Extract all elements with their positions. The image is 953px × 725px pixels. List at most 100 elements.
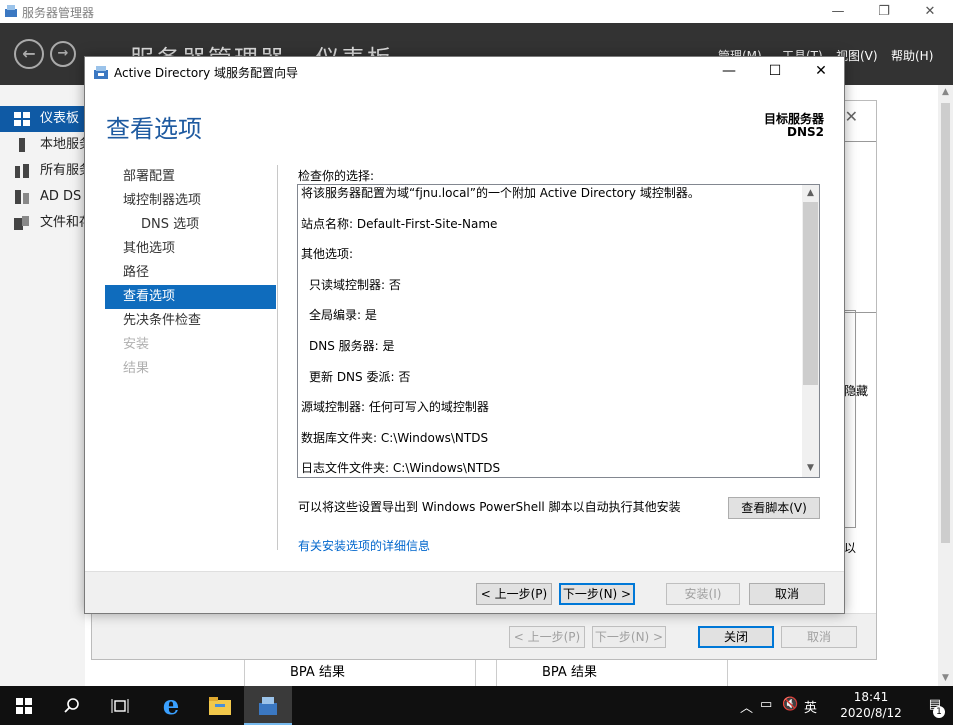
review-line: DNS 服务器: 是 (309, 338, 395, 353)
maximize-icon[interactable]: ☐ (752, 57, 798, 87)
review-line: 站点名称: Default-First-Site-Name (301, 216, 498, 231)
scrollbar-thumb[interactable] (803, 202, 818, 385)
clock[interactable]: 18:41 2020/8/12 (833, 689, 909, 721)
install-button[interactable]: 安装(I) (666, 583, 740, 605)
network-icon[interactable]: ▭ (760, 697, 772, 712)
page-scrollbar[interactable]: ▲ ▼ (938, 85, 953, 686)
review-line: 全局编录: 是 (309, 308, 377, 323)
next-button[interactable]: 下一步(N) > (559, 583, 635, 605)
ad-ds-configuration-wizard: Active Directory 域服务配置向导 — ☐ ✕ 查看选项 目标服务… (84, 56, 845, 614)
scroll-up-icon[interactable]: ▲ (802, 185, 819, 202)
review-line: 只读域控制器: 否 (309, 277, 401, 292)
scroll-up-icon[interactable]: ▲ (938, 85, 953, 100)
file-storage-icon (14, 216, 29, 230)
hide-label[interactable]: 隐藏 (844, 382, 868, 399)
server-manager-taskbar-icon[interactable] (244, 686, 292, 725)
sidebar-item-label: 仪表板 (40, 111, 80, 126)
minimize-button[interactable]: — (815, 0, 861, 23)
review-label: 检查你的选择: (298, 169, 375, 183)
sidebar-item-ad-ds[interactable]: AD DS (0, 184, 85, 210)
sidebar: 仪表板 本地服务器 所有服务器 AD DS 文件和存储服务 (0, 85, 85, 686)
export-description: 可以将这些设置导出到 Windows PowerShell 脚本以自动执行其他安… (298, 500, 681, 514)
review-line: 源域控制器: 任何可写入的域控制器 (301, 400, 489, 415)
sidebar-item-dashboard[interactable]: 仪表板 (0, 106, 85, 132)
prev-button[interactable]: < 上一步(P) (509, 626, 585, 648)
close-icon[interactable]: ✕ (798, 57, 844, 87)
taskbar: e ︿ ▭ 🔇 英 18:41 2020/8/12 ▤ 1 (0, 686, 953, 725)
ad-ds-icon (15, 190, 29, 204)
review-textbox[interactable]: 将该服务器配置为域“fjnu.local”的一个附加 Active Direct… (297, 184, 820, 478)
review-scrollbar[interactable]: ▲ ▼ (802, 185, 819, 477)
servers-icon (15, 164, 29, 178)
close-icon[interactable]: ✕ (845, 107, 858, 126)
sidebar-item-file-storage[interactable]: 文件和存储服务 (0, 210, 85, 236)
task-view-icon[interactable] (96, 686, 144, 725)
dashboard-icon (14, 112, 30, 126)
sidebar-item-all-servers[interactable]: 所有服务器 (0, 158, 85, 184)
scrollbar-thumb[interactable] (941, 103, 950, 543)
volume-mute-icon[interactable]: 🔇 (782, 697, 798, 712)
review-line: 日志文件文件夹: C:\Windows\NTDS (301, 461, 501, 476)
review-line: 将该服务器配置为域“fjnu.local”的一个附加 Active Direct… (301, 186, 700, 200)
forward-arrow-icon[interactable]: → (50, 41, 76, 67)
bpa-results-label[interactable]: BPA 结果 (244, 660, 476, 686)
sidebar-item-label: 文件和存储服务 (40, 215, 85, 230)
restore-button[interactable]: ❐ (861, 0, 907, 23)
view-script-button[interactable]: 查看脚本(V) (728, 497, 820, 519)
next-button[interactable]: 下一步(N) > (592, 626, 666, 648)
nav-item-additional-options[interactable]: 其他选项 (105, 237, 276, 261)
back-arrow-icon[interactable]: ← (14, 39, 44, 69)
menu-help[interactable]: 帮助(H) (891, 47, 933, 64)
review-line: 其他选项: (301, 247, 354, 262)
minimize-icon[interactable]: — (706, 57, 752, 87)
chevron-up-icon[interactable]: ︿ (740, 697, 753, 716)
clock-date: 2020/8/12 (840, 706, 902, 720)
nav-item-dns-options[interactable]: DNS 选项 (105, 213, 276, 237)
prev-button[interactable]: < 上一步(P) (476, 583, 552, 605)
page-title: 查看选项 (106, 115, 202, 143)
internet-explorer-icon[interactable]: e (147, 686, 195, 725)
sidebar-item-label: 所有服务器 (40, 163, 85, 178)
system-tray: ︿ ▭ 🔇 英 18:41 2020/8/12 ▤ 1 (733, 686, 953, 725)
bpa-results-label[interactable]: BPA 结果 (496, 660, 728, 686)
wizard-title: Active Directory 域服务配置向导 (114, 66, 299, 80)
target-server-value: DNS2 (787, 125, 824, 139)
wizard-footer: < 上一步(P) 下一步(N) > 安装(I) 取消 (85, 571, 844, 613)
nav-divider (277, 165, 278, 550)
sidebar-item-local-server[interactable]: 本地服务器 (0, 132, 85, 158)
wizard-nav: 部署配置 域控制器选项 DNS 选项 其他选项 路径 查看选项 先决条件检查 安… (105, 165, 276, 381)
cancel-button[interactable]: 取消 (749, 583, 825, 605)
clock-time: 18:41 (853, 690, 889, 704)
wizard-titlebar: Active Directory 域服务配置向导 — ☐ ✕ (85, 57, 844, 87)
nav-item-results: 结果 (123, 361, 150, 376)
window-title: 服务器管理器 (22, 6, 95, 20)
file-explorer-icon[interactable] (196, 686, 244, 725)
bpa-row: BPA 结果 BPA 结果 (244, 660, 879, 686)
sidebar-item-label: AD DS (40, 189, 82, 204)
background-dialog-footer: < 上一步(P) 下一步(N) > 关闭 取消 (92, 613, 876, 659)
close-button[interactable]: 关闭 (698, 626, 774, 648)
notification-count-badge: 1 (933, 706, 945, 718)
server-manager-icon (5, 5, 17, 17)
nav-item-paths[interactable]: 路径 (105, 261, 276, 285)
scroll-down-icon[interactable]: ▼ (802, 460, 819, 477)
review-line: 更新 DNS 委派: 否 (309, 369, 411, 384)
review-line: 数据库文件夹: C:\Windows\NTDS (301, 430, 489, 445)
scroll-down-icon[interactable]: ▼ (938, 671, 953, 686)
nav-item-installation: 安装 (123, 337, 150, 352)
nav-item-review-options[interactable]: 查看选项 (105, 285, 276, 309)
ad-ds-wizard-icon (94, 66, 108, 79)
partial-text: 以 (844, 541, 857, 555)
nav-item-deployment-config[interactable]: 部署配置 (105, 165, 276, 189)
nav-item-dc-options[interactable]: 域控制器选项 (105, 189, 276, 213)
cancel-button[interactable]: 取消 (781, 626, 857, 648)
ime-indicator[interactable]: 英 (804, 697, 817, 716)
close-button[interactable]: ✕ (907, 0, 953, 23)
server-manager-titlebar: 服务器管理器 — ❐ ✕ (0, 0, 953, 23)
nav-item-prerequisites-check[interactable]: 先决条件检查 (105, 309, 276, 333)
server-icon (19, 138, 25, 152)
sidebar-item-label: 本地服务器 (40, 137, 85, 152)
search-icon[interactable] (48, 686, 96, 725)
windows-start-icon[interactable] (0, 686, 48, 725)
more-info-link[interactable]: 有关安装选项的详细信息 (298, 537, 430, 554)
